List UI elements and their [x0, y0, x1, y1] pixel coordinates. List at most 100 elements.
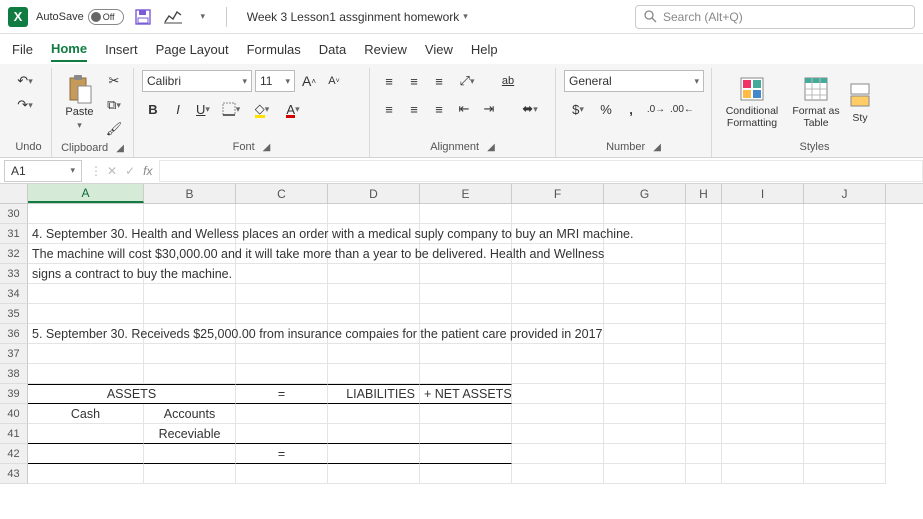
cell-A31[interactable]: 4. September 30. Health and Welless plac… — [28, 224, 144, 244]
bold-button[interactable]: B — [142, 98, 164, 120]
chart-quick-icon[interactable] — [162, 6, 184, 28]
cell-D39[interactable]: LIABILITIES — [328, 384, 420, 404]
tab-review[interactable]: Review — [364, 38, 407, 61]
name-box[interactable]: A1▾ — [4, 160, 82, 182]
row-32[interactable]: 32 — [0, 244, 28, 264]
increase-font-button[interactable]: A˄ — [298, 70, 320, 92]
col-F[interactable]: F — [512, 184, 604, 203]
font-color-button[interactable]: A▾ — [279, 98, 307, 120]
row-30[interactable]: 30 — [0, 204, 28, 224]
select-all-triangle[interactable] — [0, 184, 28, 203]
qat-customize-icon[interactable]: ▾ — [192, 6, 214, 28]
tab-view[interactable]: View — [425, 38, 453, 61]
row-39[interactable]: 39 — [0, 384, 28, 404]
align-bottom-button[interactable]: ≡ — [428, 70, 450, 92]
tab-page-layout[interactable]: Page Layout — [156, 38, 229, 61]
search-input[interactable]: Search (Alt+Q) — [635, 5, 915, 29]
font-size-combo[interactable]: 11▾ — [255, 70, 295, 92]
font-dialog-launcher[interactable]: ◢ — [263, 142, 271, 153]
col-H[interactable]: H — [686, 184, 722, 203]
row-34[interactable]: 34 — [0, 284, 28, 304]
enter-formula-icon[interactable]: ✓ — [122, 164, 138, 178]
spreadsheet-grid[interactable]: A B C D E F G H I J 30 31 4. September 3… — [0, 184, 923, 484]
cell-A33[interactable]: signs a contract to buy the machine. — [28, 264, 144, 284]
row-36[interactable]: 36 — [0, 324, 28, 344]
underline-button[interactable]: U▾ — [192, 98, 214, 120]
cell-A39[interactable]: ASSETS — [28, 384, 236, 404]
cell-B40[interactable]: Accounts — [144, 404, 236, 424]
row-38[interactable]: 38 — [0, 364, 28, 384]
document-title[interactable]: Week 3 Lesson1 assginment homework ▾ — [247, 10, 468, 24]
conditional-formatting-button[interactable]: Conditional Formatting — [720, 70, 784, 134]
col-J[interactable]: J — [804, 184, 886, 203]
cell-A40[interactable]: Cash — [28, 404, 144, 424]
align-left-button[interactable]: ≡ — [378, 98, 400, 120]
cell-A36[interactable]: 5. September 30. Receiveds $25,000.00 fr… — [28, 324, 144, 344]
group-clipboard-label: Clipboard — [61, 142, 108, 154]
copy-button[interactable]: ⧉▾ — [103, 94, 125, 116]
undo-button[interactable]: ↶▾ — [14, 70, 36, 92]
clipboard-dialog-launcher[interactable]: ◢ — [116, 143, 124, 154]
alignment-dialog-launcher[interactable]: ◢ — [487, 142, 495, 153]
increase-decimal-button[interactable]: .0→ — [645, 98, 667, 120]
align-middle-button[interactable]: ≡ — [403, 70, 425, 92]
col-G[interactable]: G — [604, 184, 686, 203]
wrap-text-button[interactable]: ab — [497, 70, 519, 92]
col-A[interactable]: A — [28, 184, 144, 203]
cancel-formula-icon[interactable]: ✕ — [104, 164, 120, 178]
save-icon[interactable] — [132, 6, 154, 28]
cell-C42[interactable]: = — [236, 444, 328, 464]
row-31[interactable]: 31 — [0, 224, 28, 244]
increase-indent-button[interactable]: ⇥ — [478, 98, 500, 120]
accounting-format-button[interactable]: $▾ — [564, 98, 592, 120]
col-I[interactable]: I — [722, 184, 804, 203]
comma-style-button[interactable]: , — [620, 98, 642, 120]
cell-styles-button[interactable]: Sty — [848, 70, 872, 134]
tab-insert[interactable]: Insert — [105, 38, 138, 61]
orientation-button[interactable]: ⤢▾ — [453, 70, 481, 92]
col-D[interactable]: D — [328, 184, 420, 203]
paste-button[interactable]: Paste ▾ — [60, 70, 99, 134]
tab-formulas[interactable]: Formulas — [247, 38, 301, 61]
tab-home[interactable]: Home — [51, 37, 87, 62]
number-dialog-launcher[interactable]: ◢ — [653, 142, 661, 153]
row-35[interactable]: 35 — [0, 304, 28, 324]
decrease-indent-button[interactable]: ⇤ — [453, 98, 475, 120]
row-37[interactable]: 37 — [0, 344, 28, 364]
fill-color-button[interactable]: ◇▾ — [248, 98, 276, 120]
percent-button[interactable]: % — [595, 98, 617, 120]
col-B[interactable]: B — [144, 184, 236, 203]
tab-data[interactable]: Data — [319, 38, 346, 61]
format-as-table-button[interactable]: Format as Table — [788, 70, 844, 134]
redo-button[interactable]: ↷▾ — [14, 94, 36, 116]
align-center-button[interactable]: ≡ — [403, 98, 425, 120]
align-top-button[interactable]: ≡ — [378, 70, 400, 92]
italic-button[interactable]: I — [167, 98, 189, 120]
cell-C39[interactable]: = — [236, 384, 328, 404]
format-painter-button[interactable]: 🖌 — [103, 118, 125, 140]
row-42[interactable]: 42 — [0, 444, 28, 464]
align-right-button[interactable]: ≡ — [428, 98, 450, 120]
ribbon-tabs: File Home Insert Page Layout Formulas Da… — [0, 34, 923, 64]
decrease-decimal-button[interactable]: .00← — [670, 98, 694, 120]
borders-button[interactable]: ▾ — [217, 98, 245, 120]
col-C[interactable]: C — [236, 184, 328, 203]
row-41[interactable]: 41 — [0, 424, 28, 444]
number-format-combo[interactable]: General▾ — [564, 70, 704, 92]
cell-B41[interactable]: Receviable — [144, 424, 236, 444]
cell-A32[interactable]: The machine will cost $30,000.00 and it … — [28, 244, 144, 264]
row-33[interactable]: 33 — [0, 264, 28, 284]
row-43[interactable]: 43 — [0, 464, 28, 484]
fx-icon[interactable]: fx — [140, 164, 155, 178]
decrease-font-button[interactable]: A˅ — [323, 70, 345, 92]
cell-E39[interactable]: + NET ASSETS — [420, 384, 512, 404]
tab-file[interactable]: File — [12, 38, 33, 61]
cut-button[interactable]: ✂ — [103, 70, 125, 92]
col-E[interactable]: E — [420, 184, 512, 203]
autosave-toggle[interactable]: AutoSave Off — [36, 9, 124, 25]
row-40[interactable]: 40 — [0, 404, 28, 424]
font-name-combo[interactable]: Calibri▾ — [142, 70, 252, 92]
formula-input[interactable] — [159, 160, 923, 182]
merge-center-button[interactable]: ⬌▾ — [516, 98, 544, 120]
tab-help[interactable]: Help — [471, 38, 498, 61]
